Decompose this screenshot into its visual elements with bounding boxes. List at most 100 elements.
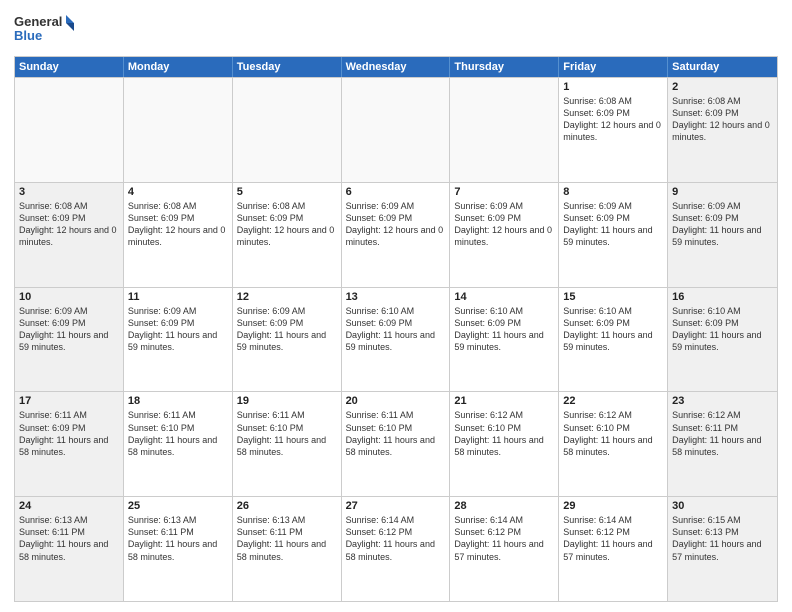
calendar-cell: 7Sunrise: 6:09 AMSunset: 6:09 PMDaylight… [450,183,559,287]
day-number: 17 [19,395,119,407]
cell-text: Sunrise: 6:08 AM [237,200,337,212]
cell-text: Daylight: 11 hours and 58 minutes. [128,434,228,458]
cell-text: Daylight: 11 hours and 59 minutes. [19,329,119,353]
cell-text: Daylight: 11 hours and 58 minutes. [19,538,119,562]
calendar-cell: 12Sunrise: 6:09 AMSunset: 6:09 PMDayligh… [233,288,342,392]
day-number: 22 [563,395,663,407]
calendar-cell: 20Sunrise: 6:11 AMSunset: 6:10 PMDayligh… [342,392,451,496]
day-number: 25 [128,500,228,512]
calendar-cell: 10Sunrise: 6:09 AMSunset: 6:09 PMDayligh… [15,288,124,392]
calendar-cell: 28Sunrise: 6:14 AMSunset: 6:12 PMDayligh… [450,497,559,601]
calendar: SundayMondayTuesdayWednesdayThursdayFrid… [14,56,778,602]
cell-text: Sunrise: 6:11 AM [19,409,119,421]
day-number: 27 [346,500,446,512]
cell-text: Daylight: 11 hours and 59 minutes. [672,329,773,353]
calendar-cell [124,78,233,182]
calendar-cell [15,78,124,182]
cell-text: Daylight: 12 hours and 0 minutes. [19,224,119,248]
logo-svg: General Blue [14,10,74,48]
calendar-header-day-thursday: Thursday [450,57,559,77]
cell-text: Sunset: 6:09 PM [563,107,663,119]
cell-text: Daylight: 11 hours and 59 minutes. [237,329,337,353]
header: General Blue [14,10,778,48]
calendar-cell: 1 Sunrise: 6:08 AMSunset: 6:09 PMDaylight… [559,78,668,182]
cell-text: Daylight: 12 hours and 0 minutes. [563,119,663,143]
cell-text: Sunset: 6:09 PM [19,212,119,224]
day-number: 23 [672,395,773,407]
cell-text: Sunrise: 6:09 AM [128,305,228,317]
cell-text: Sunset: 6:09 PM [563,317,663,329]
cell-text: Sunset: 6:11 PM [19,526,119,538]
calendar-cell: 27 Sunrise: 6:14 AMSunset: 6:12 PMDayligh… [342,497,451,601]
day-number: 19 [237,395,337,407]
day-number: 1 [563,81,663,93]
calendar-cell: 3 Sunrise: 6:08 AMSunset: 6:09 PMDaylight… [15,183,124,287]
cell-text: Sunrise: 6:13 AM [128,514,228,526]
day-number: 2 [672,81,773,93]
cell-text: Sunset: 6:09 PM [346,317,446,329]
calendar-cell: 26Sunrise: 6:13 AMSunset: 6:11 PMDayligh… [233,497,342,601]
cell-text: Sunset: 6:09 PM [672,212,773,224]
cell-text: Sunrise: 6:09 AM [454,200,554,212]
day-number: 3 [19,186,119,198]
cell-text: Sunrise: 6:14 AM [346,514,446,526]
cell-text: Sunset: 6:09 PM [672,317,773,329]
cell-text: Daylight: 11 hours and 59 minutes. [454,329,554,353]
cell-text: Sunrise: 6:12 AM [454,409,554,421]
cell-text: Sunset: 6:09 PM [128,212,228,224]
calendar-cell: 17Sunrise: 6:11 AMSunset: 6:09 PMDayligh… [15,392,124,496]
cell-text: Sunrise: 6:14 AM [454,514,554,526]
cell-text: Sunrise: 6:10 AM [672,305,773,317]
cell-text: Daylight: 11 hours and 58 minutes. [672,434,773,458]
svg-text:General: General [14,14,62,29]
calendar-cell: 25Sunrise: 6:13 AMSunset: 6:11 PMDayligh… [124,497,233,601]
cell-text: Sunrise: 6:08 AM [128,200,228,212]
cell-text: Sunset: 6:09 PM [454,212,554,224]
cell-text: Daylight: 11 hours and 59 minutes. [672,224,773,248]
calendar-body: 1Sunrise: 6:08 AMSunset: 6:09 PMDaylight… [15,77,777,601]
cell-text: Sunrise: 6:10 AM [563,305,663,317]
cell-text: Sunset: 6:09 PM [672,107,773,119]
cell-text: Daylight: 11 hours and 58 minutes. [454,434,554,458]
cell-text: Sunrise: 6:11 AM [128,409,228,421]
cell-text: Sunrise: 6:10 AM [346,305,446,317]
cell-text: Daylight: 11 hours and 58 minutes. [19,434,119,458]
cell-text: Sunrise: 6:15 AM [672,514,773,526]
cell-text: Sunset: 6:12 PM [454,526,554,538]
cell-text: Sunset: 6:12 PM [346,526,446,538]
day-number: 8 [563,186,663,198]
cell-text: Sunrise: 6:08 AM [563,95,663,107]
cell-text: Sunset: 6:10 PM [346,422,446,434]
cell-text: Sunrise: 6:09 AM [346,200,446,212]
cell-text: Daylight: 11 hours and 58 minutes. [237,538,337,562]
day-number: 5 [237,186,337,198]
cell-text: Sunrise: 6:14 AM [563,514,663,526]
cell-text: Daylight: 11 hours and 58 minutes. [237,434,337,458]
calendar-cell: 14Sunrise: 6:10 AMSunset: 6:09 PMDayligh… [450,288,559,392]
day-number: 11 [128,291,228,303]
cell-text: Sunrise: 6:08 AM [19,200,119,212]
cell-text: Sunrise: 6:11 AM [346,409,446,421]
cell-text: Daylight: 12 hours and 0 minutes. [128,224,228,248]
calendar-cell: 6Sunrise: 6:09 AMSunset: 6:09 PMDaylight… [342,183,451,287]
day-number: 20 [346,395,446,407]
calendar-cell: 30Sunrise: 6:15 AMSunset: 6:13 PMDayligh… [668,497,777,601]
cell-text: Daylight: 11 hours and 58 minutes. [346,538,446,562]
calendar-cell: 29Sunrise: 6:14 AMSunset: 6:12 PMDayligh… [559,497,668,601]
cell-text: Daylight: 11 hours and 59 minutes. [346,329,446,353]
calendar-cell: 2Sunrise: 6:08 AMSunset: 6:09 PMDaylight… [668,78,777,182]
calendar-cell: 4Sunrise: 6:08 AMSunset: 6:09 PMDaylight… [124,183,233,287]
logo: General Blue [14,10,74,48]
calendar-header-day-sunday: Sunday [15,57,124,77]
day-number: 15 [563,291,663,303]
calendar-cell: 15Sunrise: 6:10 AMSunset: 6:09 PMDayligh… [559,288,668,392]
calendar-cell: 23Sunrise: 6:12 AMSunset: 6:11 PMDayligh… [668,392,777,496]
calendar-row-5: 24Sunrise: 6:13 AMSunset: 6:11 PMDayligh… [15,496,777,601]
calendar-cell: 24Sunrise: 6:13 AMSunset: 6:11 PMDayligh… [15,497,124,601]
calendar-cell [342,78,451,182]
cell-text: Daylight: 12 hours and 0 minutes. [672,119,773,143]
cell-text: Sunrise: 6:13 AM [237,514,337,526]
cell-text: Sunset: 6:09 PM [454,317,554,329]
cell-text: Daylight: 11 hours and 57 minutes. [672,538,773,562]
day-number: 21 [454,395,554,407]
